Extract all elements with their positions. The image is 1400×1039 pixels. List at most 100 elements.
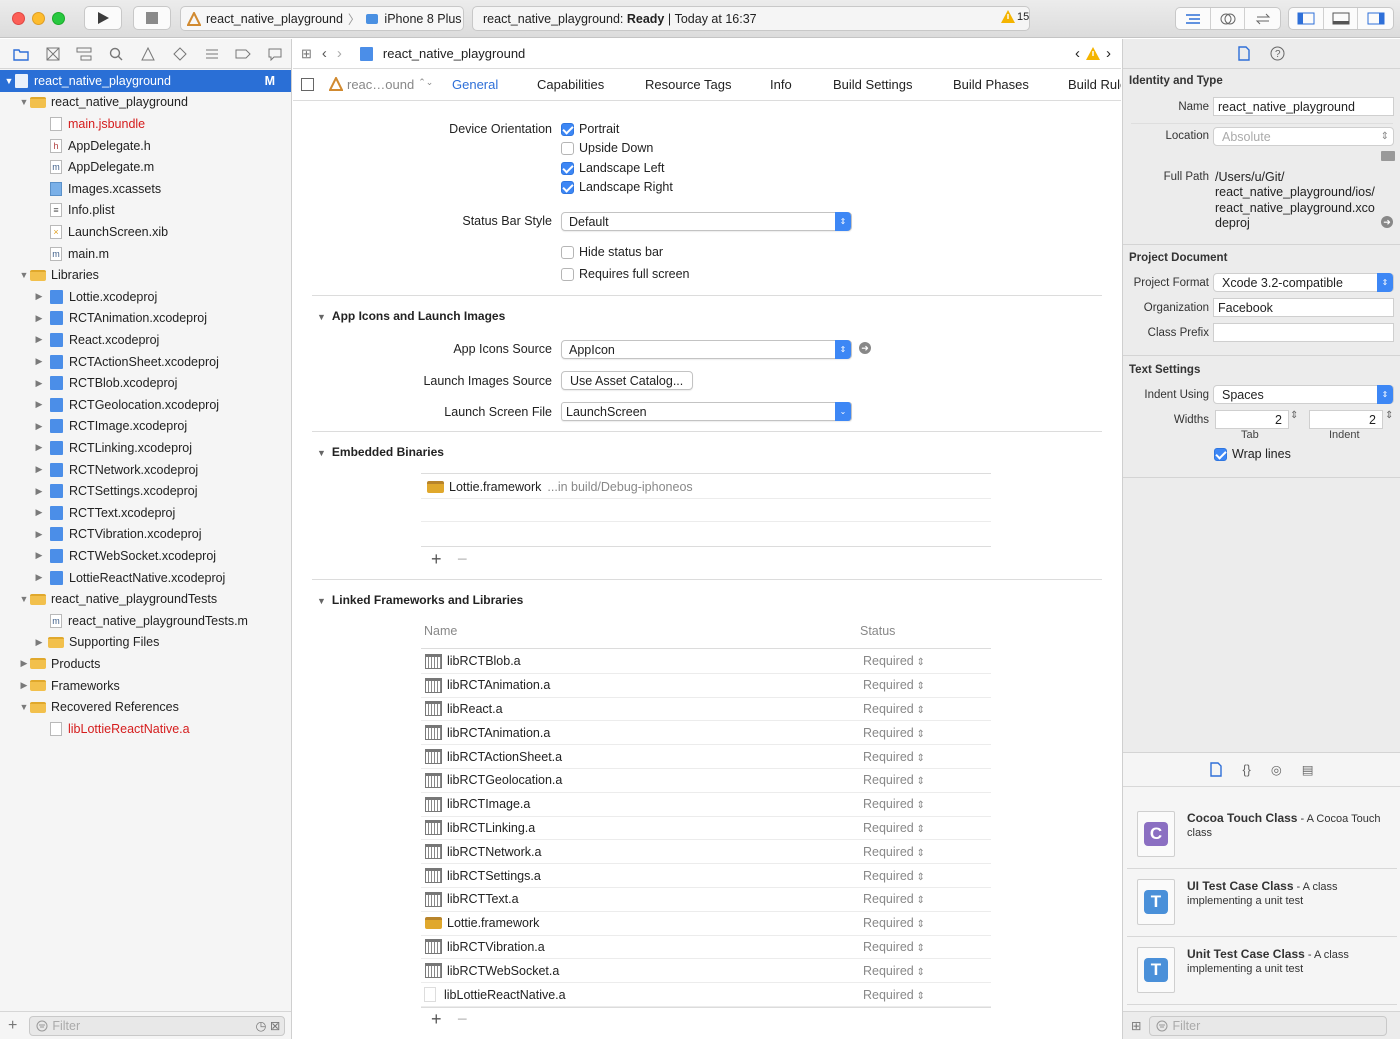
tab-build-phases[interactable]: Build Phases <box>953 77 1029 92</box>
wrap-lines-checkbox[interactable] <box>1214 448 1227 461</box>
back-button[interactable]: ‹ <box>322 45 327 62</box>
library-row[interactable]: libRCTSettings.a Required ⇕ <box>421 864 991 888</box>
tree-item-subproject[interactable]: ▶ RCTVibration.xcodeproj <box>0 524 291 546</box>
tree-item-subproject[interactable]: ▶ RCTImage.xcodeproj <box>0 416 291 438</box>
tree-item-subproject[interactable]: ▶ RCTLinking.xcodeproj <box>0 437 291 459</box>
library-status-popup[interactable]: Required ⇕ <box>863 869 925 883</box>
zoom-window-button[interactable] <box>52 12 65 25</box>
forward-button[interactable]: › <box>337 45 342 62</box>
media-library-icon[interactable]: ▤ <box>1302 762 1314 777</box>
tree-item-file[interactable]: main.jsbundle <box>0 113 291 135</box>
library-status-popup[interactable]: Required ⇕ <box>863 988 925 1002</box>
file-template-icon[interactable] <box>1210 762 1223 777</box>
library-status-popup[interactable]: Required ⇕ <box>863 654 925 668</box>
version-editor-button[interactable] <box>1245 8 1280 29</box>
library-filter-input[interactable]: Filter <box>1149 1015 1388 1036</box>
column-header-name[interactable]: Name <box>424 624 457 638</box>
library-status-popup[interactable]: Required ⇕ <box>863 916 925 930</box>
tree-item-subproject[interactable]: ▶ RCTText.xcodeproj <box>0 502 291 524</box>
tree-item-file[interactable]: × LaunchScreen.xib <box>0 221 291 243</box>
tree-item-subproject[interactable]: ▶ RCTGeolocation.xcodeproj <box>0 394 291 416</box>
source-control-icon[interactable] <box>37 47 69 61</box>
landscape-left-checkbox[interactable] <box>561 162 574 175</box>
library-row[interactable]: libRCTGeolocation.a Required ⇕ <box>421 769 991 793</box>
library-status-popup[interactable]: Required ⇕ <box>863 750 925 764</box>
section-app-icons[interactable]: ▼ App Icons and Launch Images <box>317 309 505 323</box>
library-status-popup[interactable]: Required ⇕ <box>863 702 925 716</box>
tab-capabilities[interactable]: Capabilities <box>537 77 604 92</box>
tree-item-subproject[interactable]: ▶ RCTWebSocket.xcodeproj <box>0 545 291 567</box>
breadcrumb[interactable]: react_native_playground <box>383 46 525 61</box>
project-format-popup[interactable]: Xcode 3.2-compatible ⇕ <box>1213 273 1394 292</box>
tab-width-stepper[interactable]: ⇕ <box>1290 410 1298 421</box>
tree-item-group[interactable]: ▼ react_native_playgroundTests <box>0 588 291 610</box>
remove-library-button[interactable]: − <box>457 1009 468 1030</box>
upside-down-checkbox[interactable] <box>561 142 574 155</box>
tree-item-subproject[interactable]: ▶ RCTNetwork.xcodeproj <box>0 459 291 481</box>
scheme-selector[interactable]: react_native_playground 〉 iPhone 8 Plus <box>180 6 464 31</box>
tree-item-group[interactable]: ▼ Recovered References <box>0 696 291 718</box>
section-embedded-binaries[interactable]: ▼ Embedded Binaries <box>317 445 444 459</box>
library-row[interactable]: libReact.a Required ⇕ <box>421 698 991 722</box>
tree-item-group[interactable]: ▼ react_native_playground <box>0 92 291 114</box>
tree-item-group[interactable]: ▶ Products <box>0 653 291 675</box>
library-row[interactable]: Lottie.framework Required ⇕ <box>421 912 991 936</box>
tree-item-file[interactable]: h AppDelegate.h <box>0 135 291 157</box>
tab-build-rules[interactable]: Build Rules <box>1068 77 1121 92</box>
tree-item-file[interactable]: ≡ Info.plist <box>0 200 291 222</box>
library-row[interactable]: libRCTAnimation.a Required ⇕ <box>421 674 991 698</box>
grid-view-icon[interactable]: ⊞ <box>1131 1018 1141 1033</box>
library-status-popup[interactable]: Required ⇕ <box>863 940 925 954</box>
next-issue-button[interactable]: › <box>1106 45 1111 62</box>
tree-item-group[interactable]: ▶ Supporting Files <box>0 632 291 654</box>
tree-item-file[interactable]: m main.m <box>0 243 291 265</box>
tab-general[interactable]: General <box>452 77 498 92</box>
tree-item-group[interactable]: ▼ Libraries <box>0 264 291 286</box>
hierarchy-icon[interactable] <box>69 47 101 61</box>
run-button[interactable] <box>84 6 122 30</box>
use-asset-catalog-button[interactable]: Use Asset Catalog... <box>561 371 693 390</box>
tree-item-file[interactable]: m AppDelegate.m <box>0 156 291 178</box>
minimize-window-button[interactable] <box>32 12 45 25</box>
library-status-popup[interactable]: Required ⇕ <box>863 845 925 859</box>
requires-full-screen-checkbox[interactable] <box>561 268 574 281</box>
toggle-navigator-button[interactable] <box>1289 8 1324 29</box>
toggle-debug-button[interactable] <box>1324 8 1359 29</box>
library-status-popup[interactable]: Required ⇕ <box>863 892 925 906</box>
location-popup[interactable]: Absolute ⇕ <box>1213 127 1394 146</box>
assistant-editor-button[interactable] <box>1211 8 1246 29</box>
embedded-binary-row[interactable]: Lottie.framework ...in build/Debug-iphon… <box>421 476 991 498</box>
library-status-popup[interactable]: Required ⇕ <box>863 773 925 787</box>
tab-width-field[interactable]: 2 <box>1215 410 1289 429</box>
recent-files-icon[interactable]: ◷ ⊠ <box>255 1018 280 1033</box>
search-icon[interactable] <box>100 47 132 61</box>
app-icons-source-popup[interactable]: AppIcon ⇕ <box>561 340 852 359</box>
report-icon[interactable] <box>259 47 291 61</box>
go-to-arrow-icon[interactable]: ➜ <box>859 342 871 354</box>
indent-width-field[interactable]: 2 <box>1309 410 1383 429</box>
class-prefix-field[interactable] <box>1213 323 1394 342</box>
library-status-popup[interactable]: Required ⇕ <box>863 726 925 740</box>
name-field[interactable]: react_native_playground <box>1213 97 1394 116</box>
library-row[interactable]: libRCTActionSheet.a Required ⇕ <box>421 745 991 769</box>
add-embedded-button[interactable]: + <box>431 549 442 570</box>
tab-build-settings[interactable]: Build Settings <box>833 77 913 92</box>
tree-item-subproject[interactable]: ▶ Lottie.xcodeproj <box>0 286 291 308</box>
template-item[interactable]: T Unit Test Case Class - A class implemen… <box>1127 937 1397 1005</box>
file-inspector-icon[interactable] <box>1238 46 1250 61</box>
code-snippet-icon[interactable]: {} <box>1242 763 1250 777</box>
library-row[interactable]: libRCTWebSocket.a Required ⇕ <box>421 959 991 984</box>
portrait-checkbox[interactable] <box>561 123 574 136</box>
previous-issue-button[interactable]: ‹ <box>1075 45 1080 62</box>
organization-field[interactable]: Facebook <box>1213 298 1394 317</box>
library-row[interactable]: libRCTAnimation.a Required ⇕ <box>421 721 991 746</box>
library-row[interactable]: libRCTText.a Required ⇕ <box>421 888 991 912</box>
navigator-filter-input[interactable]: Filter ◷ ⊠ <box>29 1015 286 1036</box>
breakpoint-icon[interactable] <box>227 48 259 60</box>
library-status-popup[interactable]: Required ⇕ <box>863 821 925 835</box>
library-row[interactable]: libRCTLinking.a Required ⇕ <box>421 817 991 841</box>
library-status-popup[interactable]: Required ⇕ <box>863 678 925 692</box>
indent-width-stepper[interactable]: ⇕ <box>1385 410 1393 421</box>
folder-icon[interactable] <box>5 47 37 61</box>
tree-item-project-root[interactable]: ▼ react_native_playground M <box>0 70 291 92</box>
